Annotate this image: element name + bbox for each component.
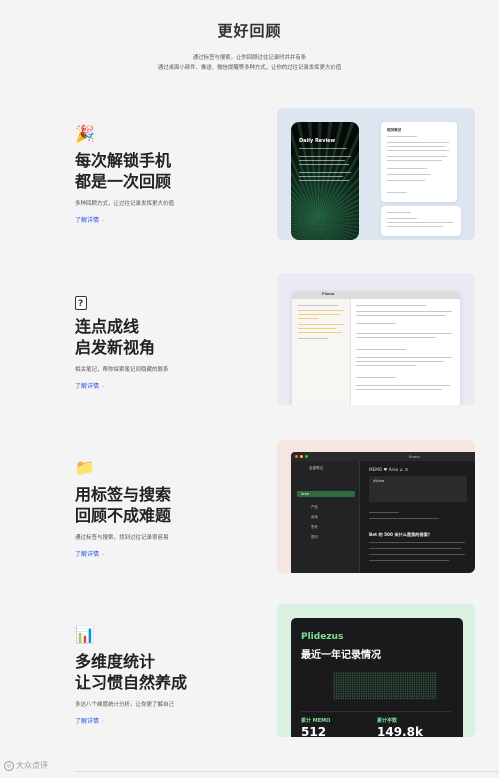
memo-question: Bet 的 500 米什么是我的答案？	[369, 532, 433, 537]
learn-more-link[interactable]: 了解详情 ›	[75, 381, 104, 390]
close-icon[interactable]	[295, 455, 298, 458]
watermark: ◎ 大众点评	[4, 760, 499, 772]
learn-more-link[interactable]: 了解详情 ›	[75, 549, 104, 558]
feature-title: 多维度统计 让习惯自然养成	[75, 652, 188, 692]
word-count-label: 累计字数	[377, 718, 398, 724]
tags-app-card: flomo 全部笔记 Area 产品 阅读 思考 提问 MEMO ♥ Area …	[277, 440, 475, 573]
stats-subtitle: 最近一年记录情况	[301, 650, 381, 661]
feature-title: 连点成线 启发新视角	[75, 317, 156, 357]
learn-more-link[interactable]: 了解详情 ›	[75, 716, 104, 725]
memo-header: MEMO ♥ Area ∠ ⊙	[369, 467, 409, 472]
question-box-icon	[75, 296, 87, 312]
feature-title: 用标签与搜索 回顾不成难题	[75, 485, 172, 525]
party-popper-icon: 🎉	[75, 124, 95, 143]
feature-connect: 连点成线 启发新视角 相关笔记，帮你探索笔记间隐藏的联系 了解详情›	[75, 296, 265, 392]
page-subtitle-2: 通过桌面小部件、推送、微信提醒等多种方式，让你的过往记录发挥更大价值	[157, 65, 342, 71]
chevron-right-icon: ›	[102, 384, 105, 390]
bar-chart-icon: 📊	[75, 625, 95, 644]
tag-item[interactable]: 产品	[311, 504, 318, 509]
chevron-right-icon: ›	[102, 552, 105, 558]
stats-card: Plidezus 最近一年记录情况 累计 MEMO 512 累计字数 149.8…	[277, 604, 475, 737]
widget-title: Daily Review	[299, 138, 336, 144]
page-subtitle: 通过标签与搜索，让你回顾过往记录时井井有条	[192, 55, 307, 61]
window-titlebar: flomo	[291, 452, 475, 461]
brand-name: Plidezus	[301, 632, 344, 642]
app-window: flomo 全部笔记 Area 产品 阅读 思考 提问 MEMO ♥ Area …	[291, 452, 475, 573]
chevron-right-icon: ›	[102, 218, 105, 224]
tag-item[interactable]: 思考	[311, 524, 318, 529]
window-titlebar: Flomo	[292, 291, 460, 299]
learn-more-link[interactable]: 了解详情 ›	[75, 215, 104, 224]
feature-desc: 多种回顾方式，让过往记录发挥更大价值	[75, 201, 175, 207]
chevron-right-icon: ›	[102, 719, 105, 725]
note-card	[381, 206, 461, 236]
page-title: 更好回顾	[217, 22, 282, 40]
feature-review: 🎉 每次解锁手机 都是一次回顾 多种回顾方式，让过往记录发挥更大价值 了解详情 ›	[75, 126, 265, 226]
activity-heatmap	[333, 672, 437, 700]
stats-screen: Plidezus 最近一年记录情况 累计 MEMO 512 累计字数 149.8…	[291, 618, 463, 737]
maximize-icon[interactable]	[305, 455, 308, 458]
tag-item[interactable]: 提问	[311, 534, 318, 539]
feature-title: 每次解锁手机 都是一次回顾	[75, 151, 172, 191]
app-window: Flomo	[292, 291, 460, 405]
feature-desc: 相关笔记，帮你探索笔记间隐藏的联系	[75, 367, 169, 373]
tag-item[interactable]: Area	[301, 492, 309, 496]
feature-stats: 📊 多维度统计 让习惯自然养成 多达八个维度统计分析，让你更了解自己 了解详情 ›	[75, 627, 265, 727]
logo-icon: ◎	[4, 760, 14, 771]
minimize-icon[interactable]	[300, 455, 303, 458]
word-count-value: 149.8k	[377, 725, 423, 737]
related-notes-card: Flomo	[277, 273, 475, 405]
memo-input[interactable]: #Area	[369, 476, 467, 502]
memo-count-label: 累计 MEMO	[301, 718, 331, 724]
widget-preview-card: Daily Review 相关笔记	[277, 108, 475, 240]
related-notes-panel: 相关笔记	[381, 122, 457, 202]
tag-sidebar: 全部笔记 Area 产品 阅读 思考 提问	[291, 461, 360, 573]
sidebar-head: 全部笔记	[309, 466, 324, 470]
feature-tags: 📁 用标签与搜索 回顾不成难题 通过标签与搜索，找到过往记录很容易 了解详情 ›	[75, 460, 265, 560]
phone-widget: Daily Review	[291, 122, 359, 240]
folder-icon: 📁	[75, 458, 95, 477]
feature-desc: 多达八个维度统计分析，让你更了解自己	[75, 702, 175, 708]
feature-desc: 通过标签与搜索，找到过往记录很容易	[75, 535, 169, 541]
memo-count-value: 512	[301, 725, 327, 737]
tag-item[interactable]: 阅读	[311, 514, 318, 519]
